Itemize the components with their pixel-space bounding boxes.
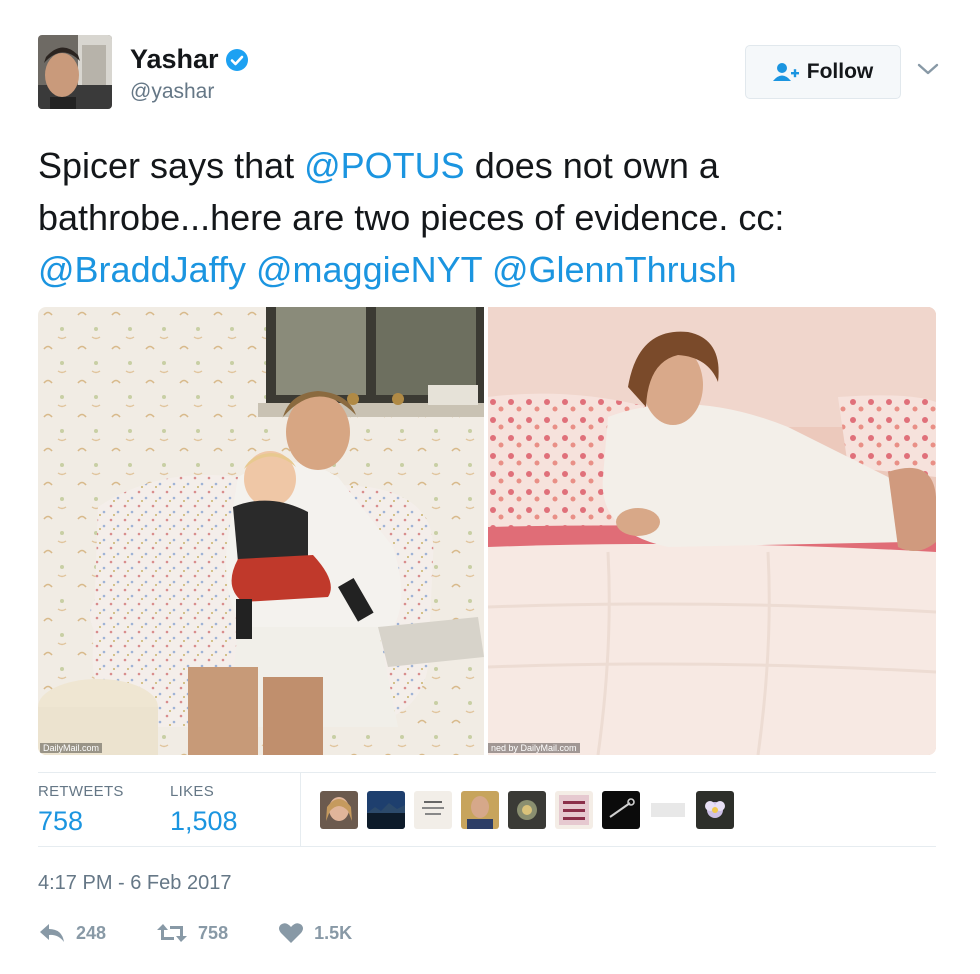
mention-maggienyt[interactable]: @maggieNYT — [256, 249, 482, 290]
liker-avatar[interactable] — [414, 791, 452, 829]
like-button[interactable]: 1.5K — [278, 922, 352, 944]
divider — [38, 772, 936, 773]
reply-icon — [40, 924, 64, 942]
display-name[interactable]: Yashar — [130, 44, 219, 75]
follow-label: Follow — [806, 60, 874, 83]
tweet-actions: 248 758 1.5K — [38, 922, 402, 944]
retweet-button[interactable]: 758 — [156, 922, 228, 944]
liker-avatar[interactable] — [367, 791, 405, 829]
follow-button[interactable]: Follow — [745, 45, 901, 99]
tweet-text-segment — [246, 249, 256, 290]
photo-watermark: DailyMail.com — [40, 743, 103, 753]
mention-potus[interactable]: @POTUS — [304, 145, 465, 186]
chevron-down-icon[interactable] — [917, 62, 939, 76]
liker-avatar[interactable] — [555, 791, 593, 829]
verified-badge-icon — [225, 48, 248, 71]
photo-watermark: ned by DailyMail.com — [488, 743, 580, 753]
retweet-count: 758 — [198, 922, 229, 943]
heart-icon — [279, 923, 304, 943]
liker-avatar[interactable] — [696, 791, 734, 829]
add-user-icon — [772, 63, 799, 81]
likes-label: LIKES — [170, 783, 215, 800]
liker-avatars — [320, 791, 743, 829]
mention-glennthrush[interactable]: @GlennThrush — [492, 249, 737, 290]
stats-separator — [300, 773, 301, 846]
retweet-icon — [157, 924, 188, 942]
divider — [38, 846, 936, 847]
tweet-text-segment — [482, 249, 492, 290]
retweets-label: RETWEETS — [38, 783, 124, 800]
tweet-timestamp[interactable]: 4:17 PM - 6 Feb 2017 — [38, 872, 231, 895]
reply-button[interactable]: 248 — [38, 922, 106, 944]
retweets-count: 758 — [38, 806, 84, 836]
liker-avatar[interactable] — [508, 791, 546, 829]
media-grid: DailyMail.com ned by DailyMail.com — [38, 307, 936, 755]
likes-stat[interactable]: LIKES 1,508 — [170, 783, 238, 837]
retweets-stat[interactable]: RETWEETS 758 — [38, 783, 124, 837]
tweet-text: Spicer says that @POTUS does not own a b… — [38, 140, 938, 296]
user-handle[interactable]: @yashar — [130, 80, 214, 104]
likes-count: 1,508 — [170, 806, 238, 836]
tweet-text-segment: Spicer says that — [38, 145, 305, 186]
photo-left[interactable]: DailyMail.com — [38, 307, 484, 755]
reply-count: 248 — [76, 922, 107, 943]
like-count: 1.5K — [314, 922, 353, 943]
mention-braddjaffy[interactable]: @BraddJaffy — [38, 249, 246, 290]
liker-avatar[interactable] — [320, 791, 358, 829]
avatar[interactable] — [38, 35, 112, 109]
photo-right[interactable]: ned by DailyMail.com — [488, 307, 936, 755]
liker-avatar[interactable] — [461, 791, 499, 829]
liker-avatar[interactable] — [602, 791, 640, 829]
name-row: Yashar — [130, 44, 249, 75]
liker-avatar[interactable] — [649, 791, 687, 829]
